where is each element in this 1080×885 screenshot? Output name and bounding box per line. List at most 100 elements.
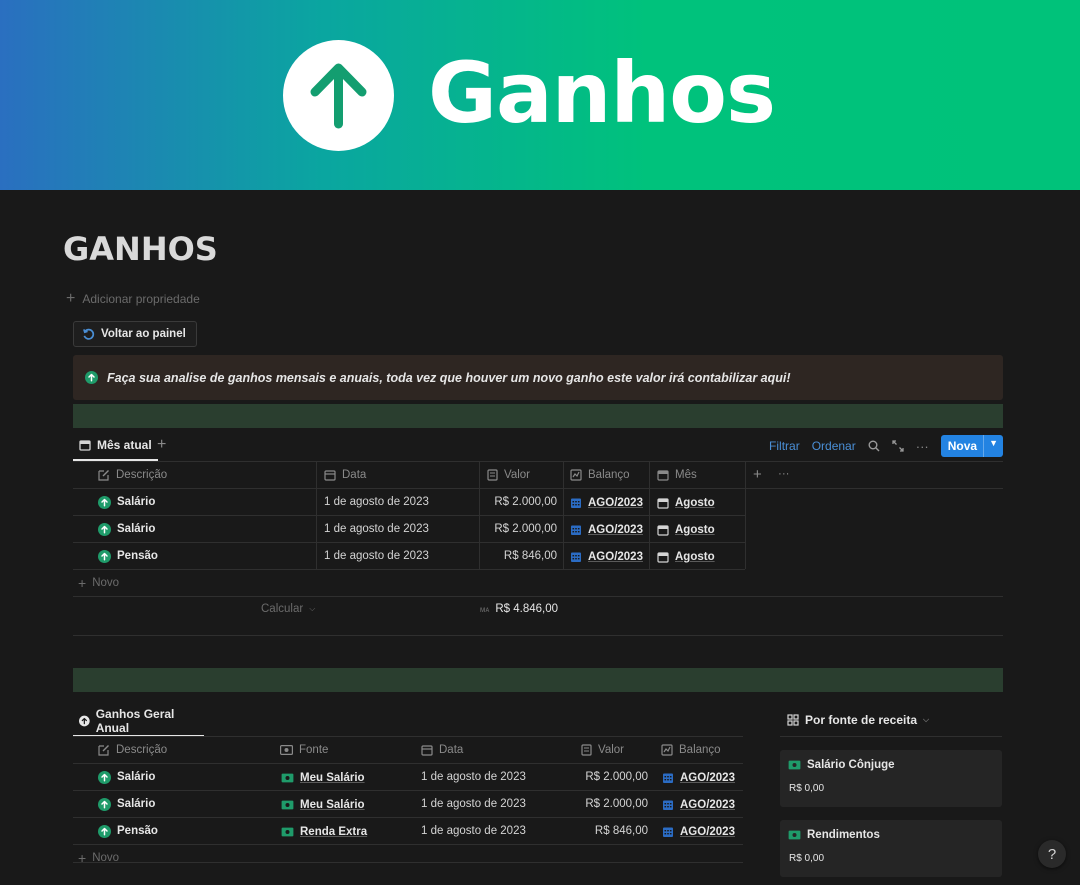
table-row-description[interactable]: Salário [98, 769, 155, 785]
arrow-up-circle-icon [98, 797, 111, 811]
column-separator [316, 461, 317, 569]
money-icon [281, 800, 294, 810]
sort-button[interactable]: Ordenar [812, 439, 856, 453]
card-value: R$ 0,00 [789, 853, 825, 864]
table-row-month[interactable]: Agosto [657, 522, 715, 538]
table-row-value[interactable]: R$ 2.000,00 [481, 494, 557, 510]
table-row-source[interactable]: Renda Extra [281, 824, 367, 840]
table-row-balance[interactable]: AGO/2023 [662, 797, 735, 813]
tab-mes-atual[interactable]: Mês atual [73, 431, 158, 461]
banner-title: Ganhos [428, 44, 776, 142]
chevron-down-icon[interactable]: ▼ [983, 435, 1003, 457]
table-row-month[interactable]: Agosto [657, 495, 715, 511]
table-row-date[interactable]: 1 de agosto de 2023 [421, 823, 526, 839]
table-row-description[interactable]: Salário [98, 494, 155, 510]
table-row-description[interactable]: Pensão [98, 823, 158, 839]
gallery-card[interactable]: Rendimentos R$ 0,00 [780, 820, 1002, 877]
sum-cell[interactable]: ᴍᴀ R$ 4.846,00 [480, 601, 558, 617]
tab-label: Ganhos Geral Anual [95, 707, 175, 735]
edit-icon [98, 470, 109, 481]
calendar-icon [657, 498, 669, 509]
card-title-label: Rendimentos [807, 829, 880, 841]
sum-value: R$ 4.846,00 [495, 603, 558, 615]
table-row-source[interactable]: Meu Salário [281, 770, 365, 786]
column-header-date[interactable]: Data [324, 467, 366, 483]
table-row-date[interactable]: 1 de agosto de 2023 [421, 769, 526, 785]
column-header-balance[interactable]: Balanço [661, 742, 721, 758]
column-header-date[interactable]: Data [421, 742, 463, 758]
table-row-description[interactable]: Pensão [98, 548, 158, 564]
table-row-source[interactable]: Meu Salário [281, 797, 365, 813]
calendar-grid-icon [663, 827, 673, 837]
more-options-icon[interactable]: ··· [916, 439, 929, 454]
arrow-up-circle-icon [98, 495, 111, 509]
new-row-button[interactable]: + Novo [78, 850, 119, 866]
expand-icon[interactable] [892, 440, 904, 452]
money-icon [281, 827, 294, 837]
table-row-date[interactable]: 1 de agosto de 2023 [324, 494, 429, 510]
description-text: Pensão [117, 550, 158, 562]
add-property-button[interactable]: + Adicionar propriedade [66, 290, 200, 308]
table-row-value[interactable]: R$ 2.000,00 [572, 769, 648, 785]
more-columns-icon[interactable]: ··· [778, 466, 790, 482]
back-to-dashboard-button[interactable]: Voltar ao painel [73, 321, 197, 347]
table-divider [73, 817, 743, 818]
column-header-value[interactable]: Valor [581, 742, 624, 758]
header-label: Data [439, 744, 464, 756]
search-icon[interactable] [868, 440, 880, 452]
column-header-description[interactable]: Descrição [98, 467, 167, 483]
gallery-view-tab[interactable]: Por fonte de receita ⌵ [787, 713, 929, 727]
money-icon [280, 745, 293, 755]
table-row-balance[interactable]: AGO/2023 [662, 824, 735, 840]
filter-button[interactable]: Filtrar [769, 439, 800, 453]
column-header-month[interactable]: Mês [657, 467, 697, 483]
column-header-description[interactable]: Descrição [98, 742, 167, 758]
table-row-value[interactable]: R$ 846,00 [481, 548, 557, 564]
tab-ganhos-geral-anual[interactable]: Ganhos Geral Anual [73, 707, 204, 737]
balance-link: AGO/2023 [680, 826, 735, 838]
relation-icon [570, 469, 582, 481]
table-row-date[interactable]: 1 de agosto de 2023 [324, 548, 429, 564]
table-row-balance[interactable]: AGO/2023 [662, 770, 735, 786]
card-title: Salário Cônjuge [788, 759, 895, 771]
table-row-balance[interactable]: AGO/2023 [570, 495, 643, 511]
calculator-icon [581, 744, 592, 756]
table-row-value[interactable]: R$ 846,00 [572, 823, 648, 839]
calendar-grid-icon [571, 498, 581, 508]
table-row-value[interactable]: R$ 2.000,00 [481, 521, 557, 537]
table-row-balance[interactable]: AGO/2023 [570, 522, 643, 538]
calendar-icon [79, 440, 91, 451]
table-row-balance[interactable]: AGO/2023 [570, 549, 643, 565]
add-view-button[interactable]: + [157, 436, 166, 454]
page-title: GANHOS [63, 230, 218, 268]
header-label: Data [342, 469, 367, 481]
header-label: Mês [675, 469, 697, 481]
balance-link: AGO/2023 [588, 497, 643, 509]
column-header-source[interactable]: Fonte [280, 742, 328, 758]
header-label: Descrição [116, 744, 168, 756]
table-divider [73, 542, 745, 543]
table-row-description[interactable]: Salário [98, 796, 155, 812]
column-header-value[interactable]: Valor [487, 467, 530, 483]
table-row-date[interactable]: 1 de agosto de 2023 [324, 521, 429, 537]
table-row-date[interactable]: 1 de agosto de 2023 [421, 796, 526, 812]
help-button[interactable]: ? [1038, 840, 1066, 868]
column-separator [563, 461, 564, 569]
new-row-button[interactable]: + Novo [78, 575, 119, 591]
table-divider [73, 862, 743, 863]
description-text: Salário [117, 798, 156, 810]
table-divider [73, 635, 1003, 636]
table-row-month[interactable]: Agosto [657, 549, 715, 565]
balance-link: AGO/2023 [588, 524, 643, 536]
refresh-icon [83, 328, 95, 340]
column-header-balance[interactable]: Balanço [570, 467, 630, 483]
table-row-value[interactable]: R$ 2.000,00 [572, 796, 648, 812]
calendar-icon [421, 745, 433, 756]
table-toolbar: Filtrar Ordenar ··· Nova ▼ [769, 435, 1003, 457]
add-column-button[interactable]: + [753, 466, 762, 483]
table-row-description[interactable]: Salário [98, 521, 155, 537]
back-button-label: Voltar ao painel [101, 328, 186, 340]
calculate-button[interactable]: Calcular ⌵ [261, 601, 315, 617]
new-entry-button[interactable]: Nova ▼ [940, 435, 1003, 457]
gallery-card[interactable]: Salário Cônjuge R$ 0,00 [780, 750, 1002, 807]
